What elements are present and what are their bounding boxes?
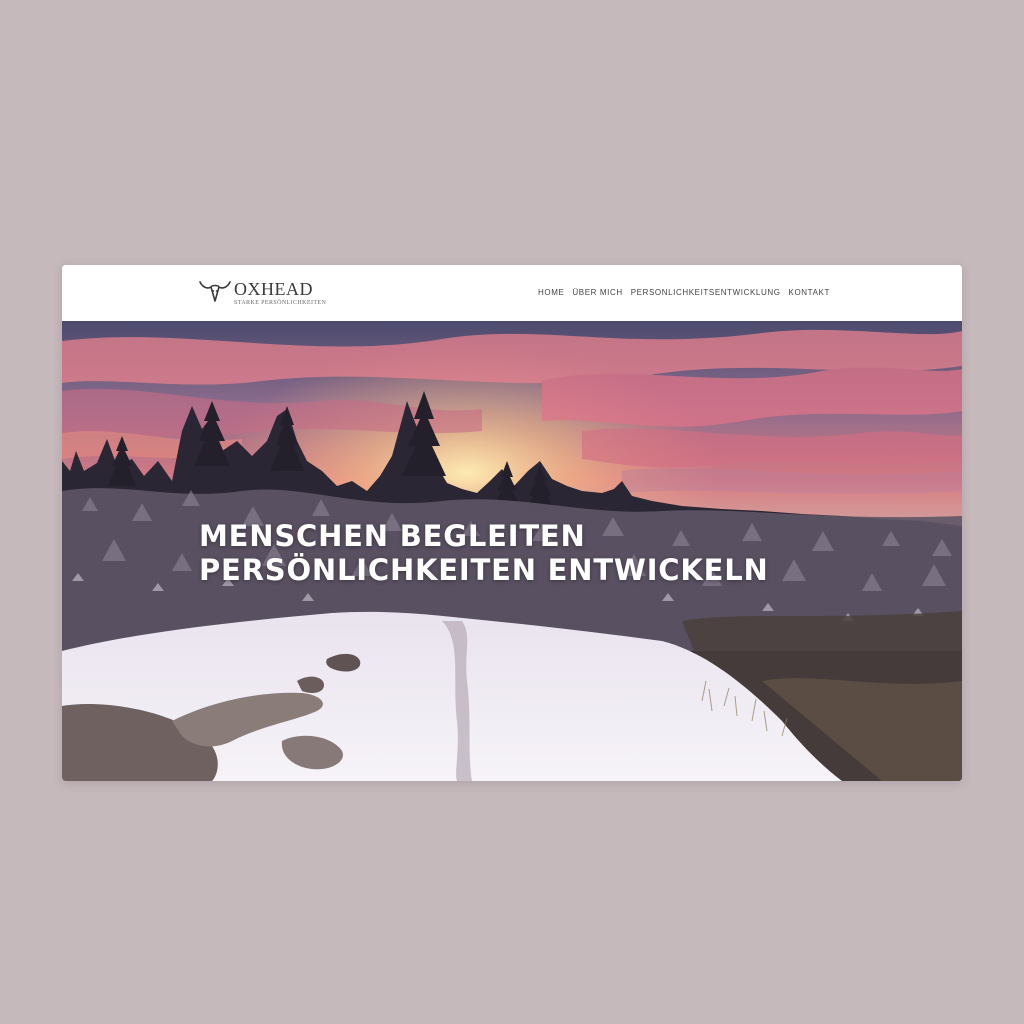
- nav-item-home[interactable]: HOME: [538, 288, 564, 297]
- nav-item-kontakt[interactable]: KONTAKT: [789, 288, 830, 297]
- hero-headline-line-2: PERSÖNLICHKEITEN ENTWICKELN: [199, 553, 769, 587]
- hero-headline: MENSCHEN BEGLEITEN PERSÖNLICHKEITEN ENTW…: [199, 519, 769, 587]
- nav-item-ueber-mich[interactable]: ÜBER MICH: [572, 288, 622, 297]
- hero-section: MENSCHEN BEGLEITEN PERSÖNLICHKEITEN ENTW…: [62, 321, 962, 781]
- ox-head-icon: [199, 281, 231, 302]
- site-header: OXHEAD STARKE PERSÖNLICHKEITEN HOME ÜBER…: [62, 265, 962, 321]
- browser-frame: OXHEAD STARKE PERSÖNLICHKEITEN HOME ÜBER…: [62, 265, 962, 781]
- site-logo[interactable]: OXHEAD STARKE PERSÖNLICHKEITEN: [198, 277, 328, 311]
- main-nav: HOME ÜBER MICH PERSONLICHKEITSENTWICKLUN…: [538, 288, 830, 297]
- hero-headline-line-1: MENSCHEN BEGLEITEN: [199, 519, 586, 553]
- nav-item-persoenlichkeitsentwicklung[interactable]: PERSONLICHKEITSENTWICKLUNG: [631, 288, 781, 297]
- brand-name: OXHEAD: [234, 279, 313, 299]
- brand-tagline: STARKE PERSÖNLICHKEITEN: [234, 300, 327, 306]
